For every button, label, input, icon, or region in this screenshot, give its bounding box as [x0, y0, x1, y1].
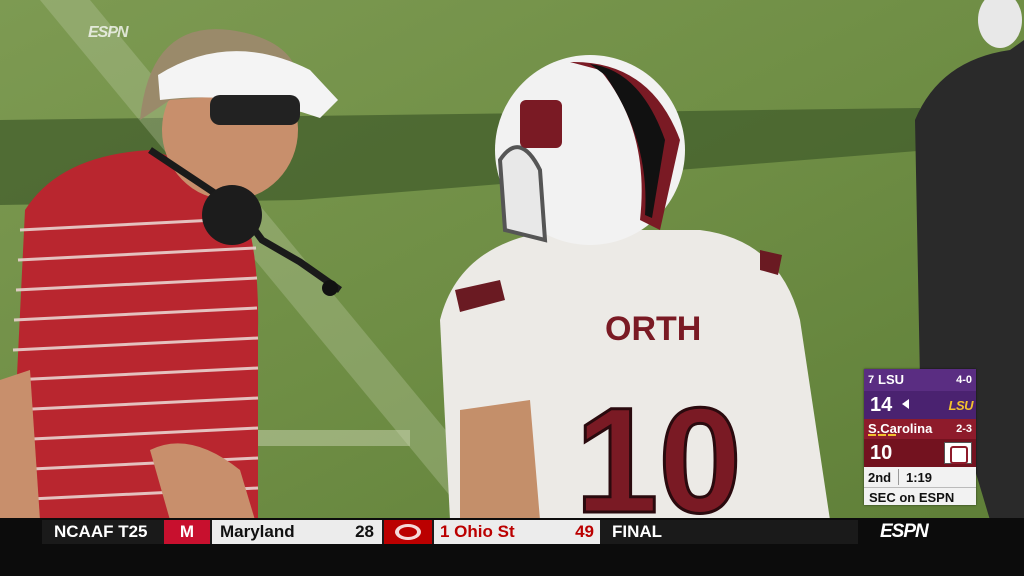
- network-label: SEC on ESPN: [869, 490, 955, 505]
- game-status: FINAL: [612, 522, 663, 541]
- timeout-indicator: [878, 434, 886, 436]
- possession-arrow-icon: [902, 399, 909, 409]
- scorebug: 7 LSU 4-0 14 LSU S.Carolina 2-3 10 2nd 1…: [864, 369, 976, 505]
- espn-logo: ESPN: [880, 521, 929, 542]
- quarter: 2nd: [868, 470, 892, 485]
- ticker-team1: Maryland 28: [212, 520, 382, 544]
- home-record: 2-3: [956, 423, 972, 435]
- team2-score: 49: [575, 522, 594, 541]
- away-team-name: LSU: [878, 372, 904, 387]
- home-team-row: S.Carolina 2-3: [864, 419, 976, 439]
- ohio-state-logo-icon: [384, 520, 432, 544]
- divider: [898, 469, 899, 485]
- game-clock-row: 2nd 1:19: [864, 467, 976, 487]
- home-score: 10: [870, 442, 893, 464]
- team2-name: 1 Ohio St: [440, 522, 515, 541]
- team1-score: 28: [355, 522, 374, 541]
- maryland-logo: M: [164, 520, 210, 544]
- network-row: SEC on ESPN: [864, 487, 976, 505]
- away-score-row: 14 LSU: [864, 391, 976, 419]
- game-clock: 1:19: [906, 470, 933, 485]
- ticker-team2: 1 Ohio St 49: [434, 520, 600, 544]
- team1-name: Maryland: [220, 522, 295, 541]
- away-team-row: 7 LSU 4-0: [864, 369, 976, 391]
- away-score: 14: [870, 394, 893, 416]
- away-rank: 7: [868, 374, 875, 386]
- home-score-row: 10: [864, 439, 976, 467]
- lsu-logo: LSU: [948, 398, 974, 413]
- timeout-indicator: [888, 434, 896, 436]
- timeout-indicator: [868, 434, 876, 436]
- yard-marker: [250, 430, 410, 446]
- jersey-name: ORTH: [605, 310, 701, 348]
- away-record: 4-0: [956, 374, 972, 386]
- ticker-league: NCAAF T25: [54, 522, 148, 541]
- espn-watermark: ESPN: [88, 24, 129, 41]
- gamecock-logo-icon: [944, 442, 972, 464]
